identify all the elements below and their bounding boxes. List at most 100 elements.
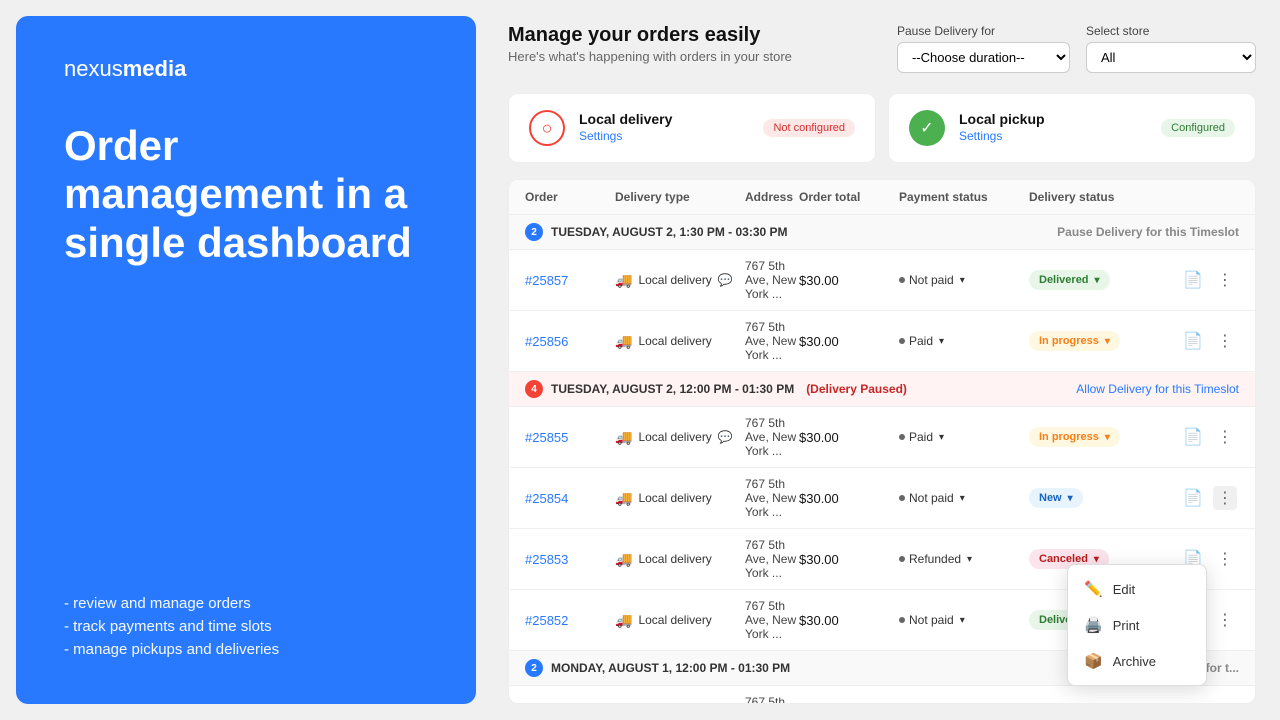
order-id[interactable]: #25853 — [525, 552, 615, 567]
table-row: #25855 🚚Local delivery💬 767 5th Ave, New… — [509, 407, 1255, 468]
group-1-action[interactable]: Pause Delivery for this Timeslot — [1057, 225, 1239, 239]
truck-icon: 🚚 — [615, 612, 632, 629]
doc-button[interactable]: 📄 — [1179, 486, 1207, 510]
payment-status: Not paid ▾ — [899, 491, 1029, 505]
dot-icon — [899, 495, 905, 501]
order-total: $30.00 — [799, 430, 899, 445]
col-order: Order — [525, 190, 615, 204]
chevron-down-icon: ▾ — [960, 275, 965, 286]
local-delivery-settings[interactable]: Settings — [579, 129, 622, 143]
delivery-type-label: Local delivery — [638, 613, 711, 627]
sidebar-feature-item: - manage pickups and deliveries — [64, 641, 428, 658]
context-menu-archive[interactable]: 📦 Archive — [1068, 643, 1206, 679]
doc-button[interactable]: 📄 — [1179, 268, 1207, 292]
order-id[interactable]: #25856 — [525, 334, 615, 349]
local-pickup-icon: ✓ — [909, 110, 945, 146]
delivery-type-label: Local delivery — [638, 334, 711, 348]
local-delivery-icon: ○ — [529, 110, 565, 146]
row-actions: 📄 ⋮ — [1179, 268, 1239, 292]
local-pickup-badge: Configured — [1161, 119, 1235, 137]
more-button-active[interactable]: ⋮ — [1213, 486, 1237, 510]
context-menu-edit[interactable]: ✏️ Edit — [1068, 571, 1206, 607]
chevron-icon: ▾ — [1105, 432, 1110, 443]
address: 767 5th Ave, New York ... — [745, 320, 799, 362]
logo-bold: media — [123, 56, 187, 81]
delivery-status-cell: In progress ▾ — [1029, 331, 1179, 351]
select-store-label: Select store — [1086, 24, 1256, 38]
select-store-control: Select store All — [1086, 24, 1256, 73]
group-2-action[interactable]: Allow Delivery for this Timeslot — [1076, 382, 1239, 396]
col-total: Order total — [799, 190, 899, 204]
select-store-select[interactable]: All — [1086, 42, 1256, 73]
chevron-down-icon: ▾ — [960, 615, 965, 626]
address: 767 5th Ave, New York ... — [745, 695, 799, 704]
print-icon: 🖨️ — [1084, 616, 1103, 634]
delivery-type-label: Local delivery — [638, 273, 711, 287]
chevron-down-icon: ▾ — [960, 493, 965, 504]
delivery-status-cell: In progress ▾ — [1029, 427, 1179, 447]
col-delivery: Delivery status — [1029, 190, 1179, 204]
chevron-down-icon: ▾ — [939, 336, 944, 347]
context-menu-print[interactable]: 🖨️ Print — [1068, 607, 1206, 643]
status-badge[interactable]: Delivered ▾ — [1029, 270, 1110, 290]
status-badge[interactable]: In progress ▾ — [1029, 331, 1120, 351]
local-pickup-settings[interactable]: Settings — [959, 129, 1002, 143]
chat-icon: 💬 — [718, 430, 733, 444]
pause-delivery-label: Pause Delivery for — [897, 24, 1070, 38]
table-row: #25857 🚚Local delivery💬 767 5th Ave, New… — [509, 250, 1255, 311]
dot-icon — [899, 277, 905, 283]
payment-status: Refunded ▾ — [899, 552, 1029, 566]
local-delivery-badge: Not configured — [763, 119, 855, 137]
truck-icon: 🚚 — [615, 551, 632, 568]
delivery-type: 🚚Local delivery — [615, 551, 745, 568]
local-pickup-card: ✓ Local pickup Settings Configured — [888, 93, 1256, 163]
table-row: #25851 🚚Local delivery 767 5th Ave, New … — [509, 686, 1255, 704]
sidebar-feature-item: - review and manage orders — [64, 595, 428, 612]
delivery-type: 🚚 Local delivery — [615, 333, 745, 350]
top-bar-left: Manage your orders easily Here's what's … — [508, 24, 792, 64]
truck-icon: 🚚 — [615, 272, 632, 289]
more-button[interactable]: ⋮ — [1213, 547, 1237, 571]
row-actions: 📄 ⋮ — [1179, 486, 1239, 510]
order-id[interactable]: #25854 — [525, 491, 615, 506]
group-2-label: TUESDAY, AUGUST 2, 12:00 PM - 01:30 PM — [551, 382, 794, 396]
status-badge[interactable]: New ▾ — [1029, 488, 1083, 508]
delivery-type-label: Local delivery — [638, 430, 711, 444]
status-badge[interactable]: In progress ▾ — [1029, 427, 1120, 447]
payment-status: Paid ▾ — [899, 430, 1029, 444]
table-row: #25854 🚚Local delivery 767 5th Ave, New … — [509, 468, 1255, 529]
logo: nexusmedia — [64, 56, 428, 82]
sidebar-headline: Order management in a single dashboard — [64, 122, 428, 267]
order-total: $30.00 — [799, 552, 899, 567]
local-delivery-card: ○ Local delivery Settings Not configured — [508, 93, 876, 163]
pause-delivery-select[interactable]: --Choose duration-- — [897, 42, 1070, 73]
order-total: $30.00 — [799, 273, 899, 288]
payment-status: Not paid ▾ — [899, 613, 1029, 627]
address: 767 5th Ave, New York ... — [745, 477, 799, 519]
col-address: Address — [745, 190, 799, 204]
pause-delivery-control: Pause Delivery for --Choose duration-- — [897, 24, 1070, 73]
address: 767 5th Ave, New York ... — [745, 538, 799, 580]
status-cards: ○ Local delivery Settings Not configured… — [508, 93, 1256, 163]
more-button[interactable]: ⋮ — [1213, 425, 1237, 449]
local-pickup-info: Local pickup Settings — [959, 111, 1045, 145]
page-subtitle: Here's what's happening with orders in y… — [508, 49, 792, 64]
delivery-type: 🚚Local delivery💬 — [615, 272, 745, 289]
local-pickup-title: Local pickup — [959, 111, 1045, 127]
order-id[interactable]: #25855 — [525, 430, 615, 445]
more-button[interactable]: ⋮ — [1213, 268, 1237, 292]
dot-icon — [899, 556, 905, 562]
chevron-icon: ▾ — [1094, 554, 1099, 565]
delivery-type: 🚚 Local delivery — [615, 612, 745, 629]
order-id[interactable]: #25852 — [525, 613, 615, 628]
more-button[interactable]: ⋮ — [1213, 608, 1237, 632]
archive-icon: 📦 — [1084, 652, 1103, 670]
truck-icon: 🚚 — [615, 333, 632, 350]
group-3-badge: 2 — [525, 659, 543, 677]
delivery-status-cell: New ▾ — [1029, 488, 1179, 508]
doc-button[interactable]: 📄 — [1179, 425, 1207, 449]
orders-table: Order Delivery type Address Order total … — [508, 179, 1256, 704]
doc-button[interactable]: 📄 — [1179, 329, 1207, 353]
more-button[interactable]: ⋮ — [1213, 329, 1237, 353]
order-id[interactable]: #25857 — [525, 273, 615, 288]
